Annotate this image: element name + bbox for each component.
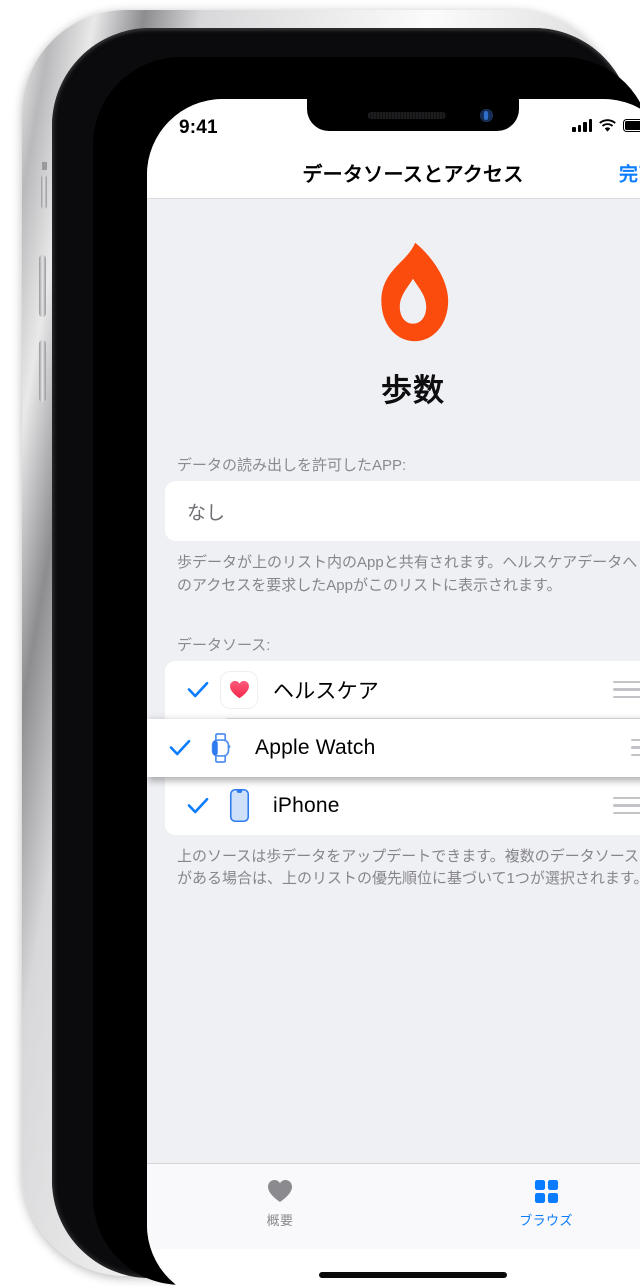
status-time: 9:41 xyxy=(179,117,218,138)
nav-bar: データソースとアクセス 完了 xyxy=(147,147,640,199)
flame-icon xyxy=(147,231,640,353)
ring-silent-switch[interactable] xyxy=(41,175,47,209)
phone-screen: 9:41 データソースとアクセス 完 歩数 データの読み出しを許可したAPP: … xyxy=(147,99,640,1286)
sources-list: ヘルスケア Apple Watch iPhone xyxy=(147,660,640,835)
source-row-health[interactable]: ヘルスケア xyxy=(165,660,640,719)
notch xyxy=(307,99,519,131)
phone-bezel-inner: 9:41 データソースとアクセス 完 歩数 データの読み出しを許可したAPP: … xyxy=(93,57,640,1286)
heart-filled-icon xyxy=(267,1176,293,1206)
tab-summary[interactable]: 概要 xyxy=(147,1164,413,1249)
phone-frame: 9:41 データソースとアクセス 完 歩数 データの読み出しを許可したAPP: … xyxy=(22,10,640,1286)
tab-browse[interactable]: ブラウズ xyxy=(413,1164,640,1249)
source-row-iphone[interactable]: iPhone xyxy=(165,776,640,835)
volume-up-button[interactable] xyxy=(39,255,46,317)
apps-card: なし xyxy=(165,481,640,541)
apps-empty-row[interactable]: なし xyxy=(165,481,640,541)
browse-grid-icon xyxy=(534,1176,559,1206)
frame-antenna-seam-left xyxy=(42,162,47,170)
tab-label: 概要 xyxy=(266,1213,294,1228)
sources-footnote: 上のソースは歩データをアップデートできます。複数のデータソースがある場合は、上の… xyxy=(177,847,640,888)
iphone-icon xyxy=(219,786,259,826)
tab-label: ブラウズ xyxy=(519,1213,573,1228)
status-indicators xyxy=(572,117,640,132)
home-indicator-area xyxy=(147,1249,640,1286)
page-title: データソースとアクセス xyxy=(302,164,524,186)
phone-bezel: 9:41 データソースとアクセス 完 歩数 データの読み出しを許可したAPP: … xyxy=(52,28,640,1286)
source-label: Apple Watch xyxy=(255,735,376,759)
reorder-handle-icon[interactable] xyxy=(631,738,640,757)
tab-bar: 概要 ブラウズ xyxy=(147,1163,640,1249)
wifi-icon xyxy=(599,119,616,132)
metric-header: 歩数 xyxy=(147,199,640,410)
done-button[interactable]: 完了 xyxy=(619,159,640,186)
battery-full-icon xyxy=(623,119,640,132)
volume-down-button[interactable] xyxy=(39,340,46,402)
apps-section: データの読み出しを許可したAPP: なし 歩データが上のリスト内のAppと共有さ… xyxy=(147,454,640,598)
source-label: ヘルスケア xyxy=(273,679,379,703)
home-indicator[interactable] xyxy=(319,1272,507,1278)
source-row-apple-watch[interactable]: Apple Watch xyxy=(147,718,640,777)
apps-footnote: 歩データが上のリスト内のAppと共有されます。ヘルスケアデータへのアクセスを要求… xyxy=(177,554,638,594)
apps-section-header: データの読み出しを許可したAPP: xyxy=(177,457,407,474)
health-heart-app-icon xyxy=(219,670,259,710)
sources-section-header: データソース: xyxy=(177,636,271,654)
content-scroll-area[interactable]: 歩数 データの読み出しを許可したAPP: なし 歩データが上のリスト内のAppと… xyxy=(147,199,640,1163)
sources-section: データソース: ヘルスケア Apple Watch iPhone 上のソースは歩… xyxy=(147,634,640,892)
earpiece-speaker xyxy=(367,112,446,119)
check-icon[interactable] xyxy=(185,797,211,815)
metric-title: 歩数 xyxy=(381,373,445,408)
front-camera-icon xyxy=(480,109,493,122)
cellular-signal-icon xyxy=(572,119,592,132)
check-icon[interactable] xyxy=(167,739,193,757)
apple-watch-icon xyxy=(201,728,241,768)
reorder-handle-icon[interactable] xyxy=(613,796,640,815)
source-label: iPhone xyxy=(273,793,340,817)
reorder-handle-icon[interactable] xyxy=(613,680,640,699)
sources-card: ヘルスケア Apple Watch iPhone xyxy=(147,660,640,835)
check-icon[interactable] xyxy=(185,681,211,699)
device-stage: 9:41 データソースとアクセス 完 歩数 データの読み出しを許可したAPP: … xyxy=(0,0,640,1286)
